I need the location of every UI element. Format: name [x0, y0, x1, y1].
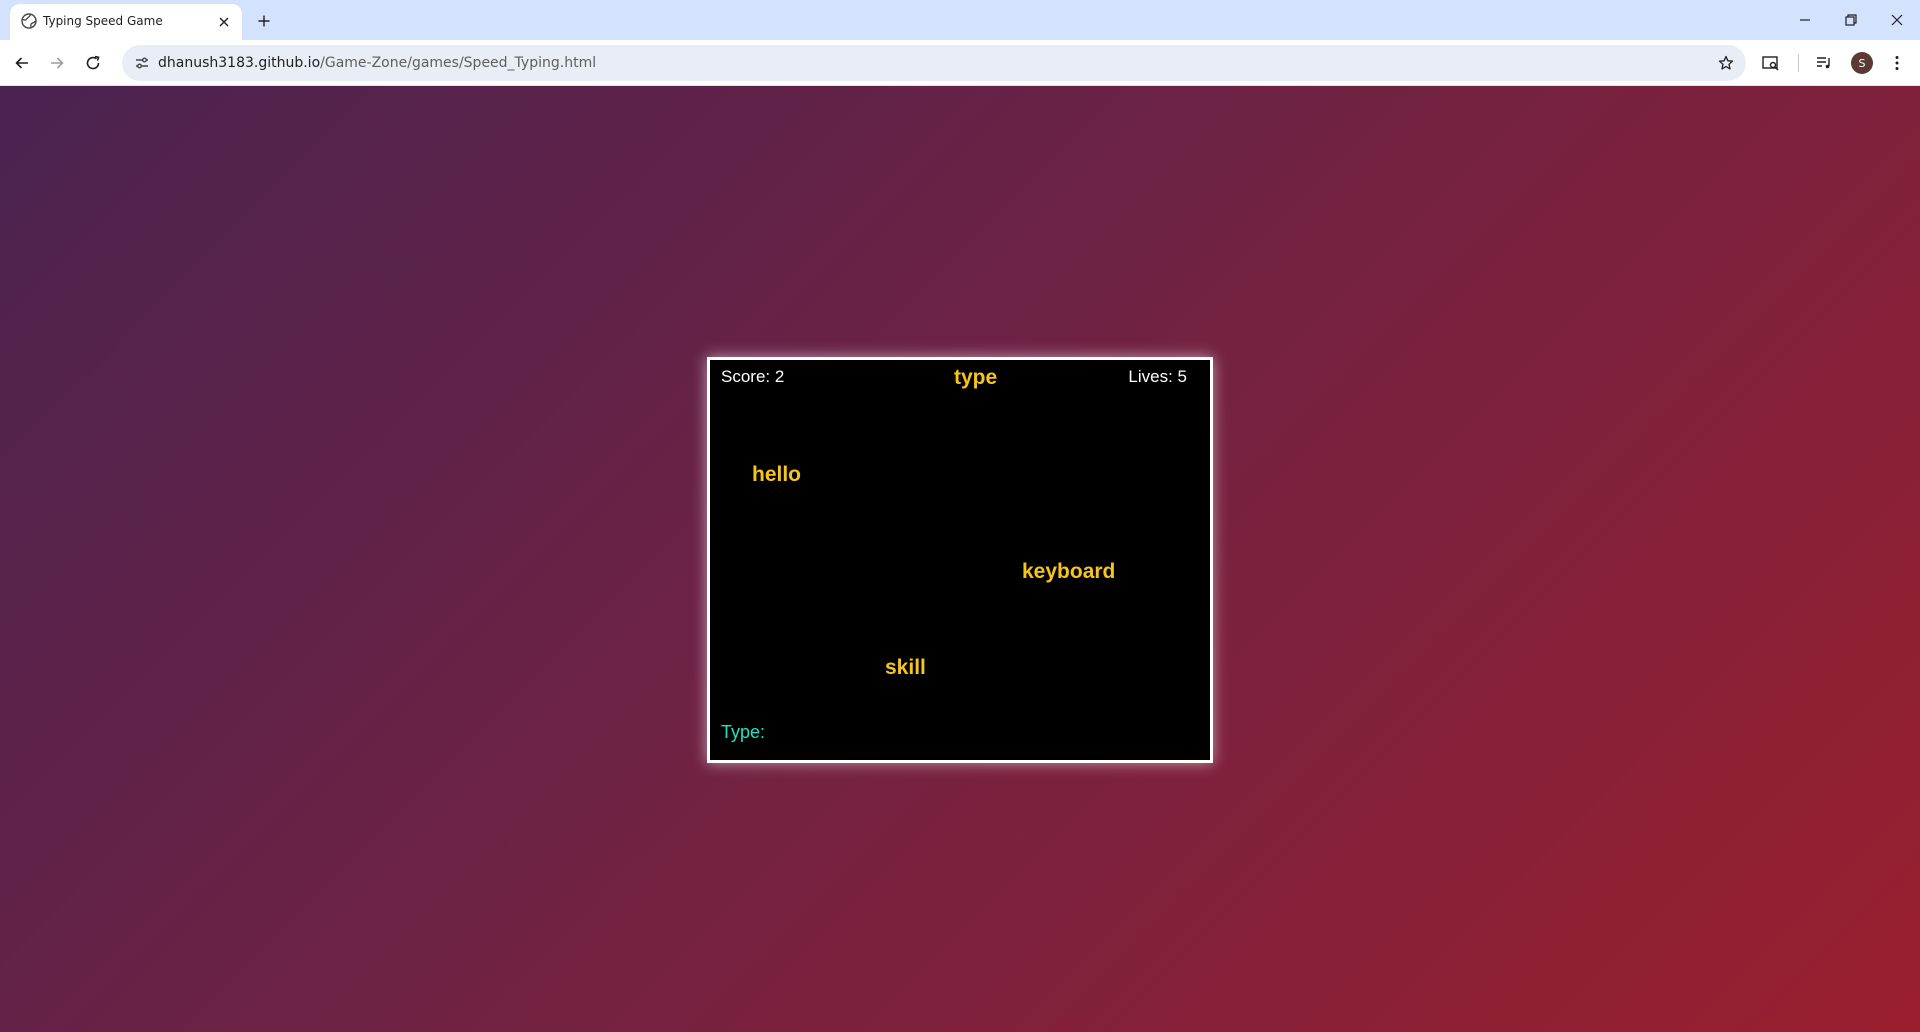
browser-toolbar: dhanush3183.github.io/Game-Zone/games/Sp…: [0, 40, 1920, 86]
kebab-menu-icon[interactable]: [1881, 47, 1913, 79]
falling-word: hello: [752, 463, 802, 486]
forward-arrow-icon[interactable]: [41, 47, 73, 79]
toolbar-separator: [1798, 54, 1799, 72]
falling-word: keyboard: [1022, 560, 1116, 583]
search-tabs-icon[interactable]: [1755, 47, 1787, 79]
minimize-icon[interactable]: [1782, 0, 1828, 40]
new-tab-plus-icon[interactable]: [252, 9, 276, 33]
tab-close-icon[interactable]: [214, 12, 234, 32]
type-label: Type:: [721, 722, 766, 742]
back-arrow-icon[interactable]: [6, 47, 38, 79]
tab-typing-speed-game[interactable]: Typing Speed Game: [10, 4, 242, 40]
reload-icon[interactable]: [77, 47, 109, 79]
browser-window: Typing Speed Game dhanush3183.github.io/…: [0, 0, 1920, 1032]
falling-word: skill: [885, 656, 926, 679]
page-background: Score: 2 Lives: 5 type hello keyboard sk…: [0, 86, 1920, 1032]
address-bar[interactable]: dhanush3183.github.io/Game-Zone/games/Sp…: [122, 45, 1746, 81]
globe-icon: [21, 13, 37, 29]
url-text[interactable]: dhanush3183.github.io/Game-Zone/games/Sp…: [158, 55, 596, 71]
tab-title: Typing Speed Game: [43, 14, 163, 28]
lives-display: Lives: 5: [1128, 367, 1187, 386]
game-canvas[interactable]: Score: 2 Lives: 5 type hello keyboard sk…: [707, 357, 1213, 763]
tab-strip: Typing Speed Game: [0, 0, 1920, 40]
score-display: Score: 2: [721, 367, 785, 386]
media-controls-icon[interactable]: [1808, 47, 1840, 79]
site-info-icon[interactable]: [130, 51, 154, 75]
close-window-icon[interactable]: [1874, 0, 1920, 40]
bookmark-star-icon[interactable]: [1714, 51, 1738, 75]
url-path: /Game-Zone/games/Speed_Typing.html: [320, 55, 597, 71]
falling-word: type: [954, 366, 998, 389]
restore-icon[interactable]: [1828, 0, 1874, 40]
url-host: dhanush3183.github.io: [158, 55, 321, 71]
profile-avatar[interactable]: S: [1851, 52, 1873, 74]
